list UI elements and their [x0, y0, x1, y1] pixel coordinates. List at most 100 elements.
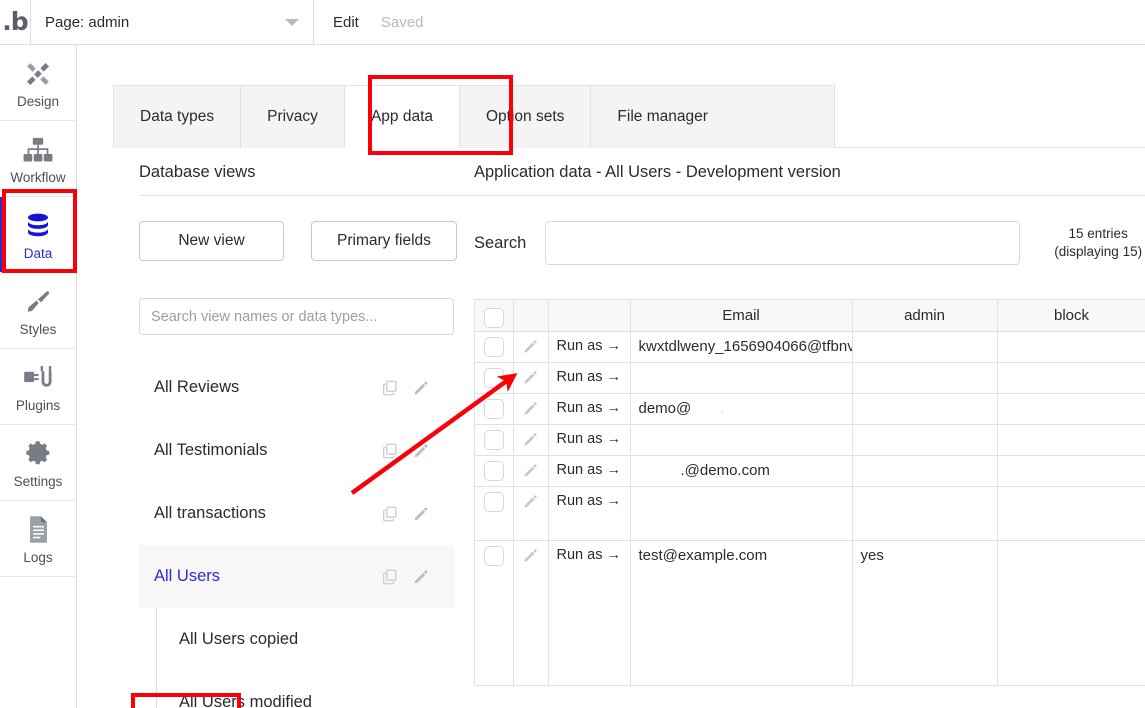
- tab-privacy[interactable]: Privacy: [241, 86, 345, 148]
- row-block-cell[interactable]: [997, 455, 1145, 487]
- view-row-all-users-modified[interactable]: All Users modified: [139, 671, 454, 708]
- row-run-as-cell[interactable]: Run as →: [548, 455, 631, 487]
- pencil-icon[interactable]: [522, 547, 539, 564]
- row-checkbox[interactable]: [483, 429, 504, 450]
- duplicate-icon[interactable]: [381, 379, 399, 397]
- table-row[interactable]: Run as → kwxtdlweny_1656904066@tfbnv: [475, 331, 1145, 363]
- pencil-icon[interactable]: [522, 493, 539, 510]
- row-block-cell[interactable]: [997, 486, 1145, 541]
- table-row[interactable]: Run as → .@demo.com: [475, 455, 1145, 487]
- table-row[interactable]: Run as →: [475, 362, 1145, 394]
- view-row-all-testimonials[interactable]: All Testimonials: [139, 419, 454, 482]
- row-checkbox[interactable]: [483, 398, 504, 419]
- row-checkbox[interactable]: [483, 367, 504, 388]
- view-row-all-reviews[interactable]: All Reviews: [139, 356, 454, 419]
- select-all-checkbox[interactable]: [483, 307, 504, 328]
- row-email-cell[interactable]: kwxtdlweny_1656904066@tfbnv: [630, 331, 853, 363]
- row-email-cell[interactable]: [630, 486, 853, 541]
- run-as-link[interactable]: Run as →: [557, 487, 622, 509]
- bubble-logo[interactable]: .b: [0, 0, 31, 44]
- row-block-cell[interactable]: [997, 424, 1145, 456]
- tab-option-sets[interactable]: Option sets: [460, 86, 592, 148]
- cell-admin: [861, 487, 989, 493]
- pencil-icon[interactable]: [522, 431, 539, 448]
- row-checkbox-cell: [475, 331, 514, 363]
- row-run-as-cell[interactable]: Run as →: [548, 486, 631, 541]
- row-block-cell[interactable]: [997, 393, 1145, 425]
- pencil-icon[interactable]: [412, 442, 430, 460]
- run-as-link[interactable]: Run as →: [557, 394, 622, 416]
- pencil-icon[interactable]: [522, 462, 539, 479]
- row-email-cell[interactable]: demo@ .: [630, 393, 853, 425]
- row-admin-cell[interactable]: yes: [852, 540, 998, 686]
- row-admin-cell[interactable]: [852, 362, 998, 394]
- tab-file-manager[interactable]: File manager: [591, 86, 733, 148]
- primary-fields-button[interactable]: Primary fields: [311, 221, 457, 261]
- run-as-link[interactable]: Run as →: [557, 456, 622, 478]
- view-row-all-users[interactable]: All Users: [139, 545, 454, 608]
- row-admin-cell[interactable]: [852, 331, 998, 363]
- tab-data-types[interactable]: Data types: [114, 86, 242, 148]
- edit-button[interactable]: Edit: [333, 14, 359, 31]
- row-admin-cell[interactable]: [852, 486, 998, 541]
- run-as-link[interactable]: Run as →: [557, 541, 622, 563]
- row-admin-cell[interactable]: [852, 455, 998, 487]
- sidebar-item-styles[interactable]: Styles: [0, 273, 76, 349]
- view-row-all-users-copied[interactable]: All Users copied: [139, 608, 454, 671]
- row-run-as-cell[interactable]: Run as →: [548, 393, 631, 425]
- tab-app-data[interactable]: App data: [344, 86, 460, 148]
- pencil-icon[interactable]: [522, 400, 539, 417]
- pencil-icon[interactable]: [412, 379, 430, 397]
- row-email-cell[interactable]: test@example.com: [630, 540, 853, 686]
- pencil-icon[interactable]: [522, 369, 539, 386]
- run-as-link[interactable]: Run as →: [557, 332, 622, 354]
- row-checkbox[interactable]: [483, 460, 504, 481]
- sidebar-item-plugins[interactable]: Plugins: [0, 349, 76, 425]
- page-selector-dropdown[interactable]: Page: admin: [31, 0, 314, 44]
- sidebar-item-design[interactable]: Design: [0, 45, 76, 121]
- row-admin-cell[interactable]: [852, 393, 998, 425]
- run-as-link[interactable]: Run as →: [557, 363, 622, 385]
- data-table: Email admin block Run as → kwxtdlweny_16…: [475, 300, 1145, 686]
- row-block-cell[interactable]: [997, 362, 1145, 394]
- row-run-as-cell[interactable]: Run as →: [548, 540, 631, 686]
- pencil-icon[interactable]: [412, 505, 430, 523]
- sidebar-item-data[interactable]: Data: [0, 197, 76, 273]
- header-admin[interactable]: admin: [852, 300, 998, 332]
- row-block-cell[interactable]: [997, 331, 1145, 363]
- row-run-as-cell[interactable]: Run as →: [548, 331, 631, 363]
- duplicate-icon[interactable]: [381, 568, 399, 586]
- row-block-cell[interactable]: [997, 540, 1145, 686]
- row-email-cell[interactable]: [630, 424, 853, 456]
- sidebar-label-settings: Settings: [13, 473, 63, 489]
- duplicate-icon[interactable]: [381, 442, 399, 460]
- view-name: All Testimonials: [154, 441, 268, 459]
- table-row[interactable]: Run as → test@example.com yes: [475, 540, 1145, 686]
- search-input[interactable]: [545, 221, 1021, 265]
- row-checkbox[interactable]: [483, 491, 504, 512]
- row-email-cell[interactable]: [630, 362, 853, 394]
- row-run-as-cell[interactable]: Run as →: [548, 362, 631, 394]
- row-edit-wrap: [522, 363, 540, 393]
- sidebar-item-settings[interactable]: Settings: [0, 425, 76, 501]
- view-search-input[interactable]: [139, 298, 454, 335]
- row-checkbox[interactable]: [483, 336, 504, 357]
- row-admin-cell[interactable]: [852, 424, 998, 456]
- new-view-button[interactable]: New view: [139, 221, 284, 261]
- run-as-link[interactable]: Run as →: [557, 425, 622, 447]
- table-header-row: Email admin block: [475, 300, 1145, 332]
- view-row-all-transactions[interactable]: All transactions: [139, 482, 454, 545]
- row-email-cell[interactable]: .@demo.com: [630, 455, 853, 487]
- duplicate-icon[interactable]: [381, 505, 399, 523]
- header-email[interactable]: Email: [630, 300, 853, 332]
- sidebar-item-workflow[interactable]: Workflow: [0, 121, 76, 197]
- row-run-as-cell[interactable]: Run as →: [548, 424, 631, 456]
- table-row[interactable]: Run as → demo@ .: [475, 393, 1145, 425]
- header-block[interactable]: block: [997, 300, 1145, 332]
- sidebar-item-logs[interactable]: Logs: [0, 501, 76, 577]
- row-checkbox[interactable]: [483, 545, 504, 566]
- pencil-icon[interactable]: [412, 568, 430, 586]
- pencil-icon[interactable]: [522, 338, 539, 355]
- table-row[interactable]: Run as →: [475, 486, 1145, 541]
- table-row[interactable]: Run as →: [475, 424, 1145, 456]
